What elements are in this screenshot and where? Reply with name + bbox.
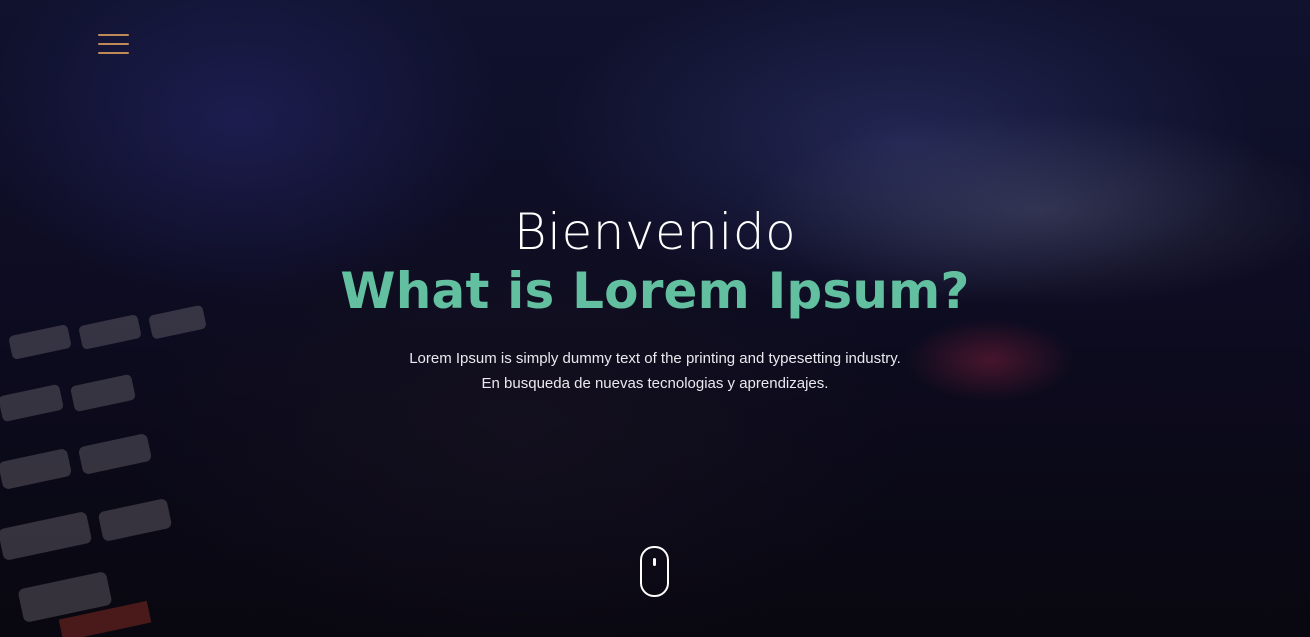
hero-section: Bienvenido What is Lorem Ipsum? Lorem Ip… <box>0 0 1310 637</box>
menu-bar-line <box>98 52 129 54</box>
hamburger-menu-icon[interactable] <box>98 34 130 58</box>
welcome-heading: Bienvenido <box>513 203 797 261</box>
mouse-scroll-icon[interactable] <box>640 546 669 597</box>
hero-headline: What is Lorem Ipsum? <box>340 262 970 320</box>
menu-bar-line <box>98 43 129 45</box>
subtitle-line-2: En busqueda de nuevas tecnologias y apre… <box>481 375 829 392</box>
mouse-wheel <box>653 558 656 566</box>
hero-subtitle: Lorem Ipsum is simply dummy text of the … <box>0 346 1310 396</box>
menu-bar-line <box>98 34 129 36</box>
subtitle-line-1: Lorem Ipsum is simply dummy text of the … <box>409 350 901 367</box>
hero-content: Bienvenido What is Lorem Ipsum? Lorem Ip… <box>0 200 1310 396</box>
